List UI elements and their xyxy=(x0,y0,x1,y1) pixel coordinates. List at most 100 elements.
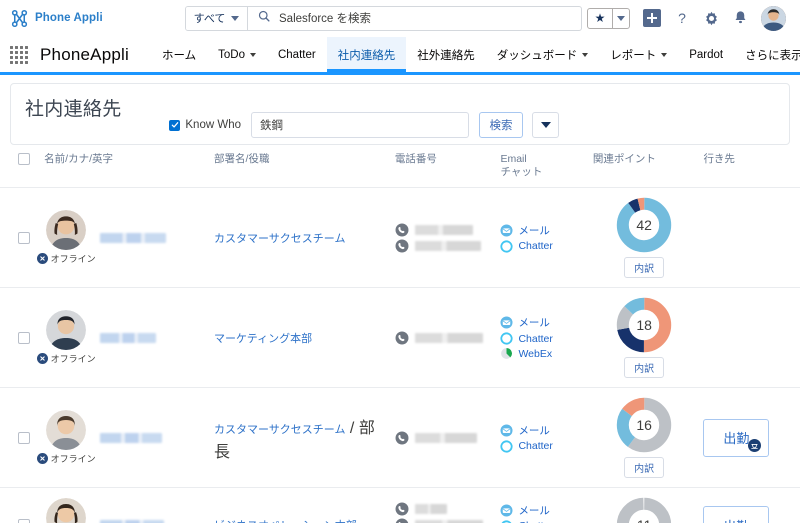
person-avatar-block[interactable]: オフライン xyxy=(38,497,94,523)
attendance-label: 出勤 xyxy=(723,516,749,523)
favorites-group[interactable]: ★ xyxy=(587,7,630,29)
table-row[interactable]: オフライン ビジネスオペレーション本部 xyxy=(0,487,800,523)
search-button[interactable]: 検索 xyxy=(479,112,523,138)
bell-icon[interactable] xyxy=(733,10,748,26)
redacted-name xyxy=(100,432,163,443)
checkbox-checked-icon xyxy=(169,119,181,131)
table-row[interactable]: オフライン カスタマーサクセスチーム メール Chatter 42 内訳 xyxy=(0,187,800,288)
tel-line[interactable] xyxy=(395,239,493,253)
channel-chatter[interactable]: Chatter xyxy=(500,240,584,253)
nav-item-internal-contacts[interactable]: 社内連絡先 xyxy=(326,37,407,72)
search-options-button[interactable] xyxy=(532,112,559,138)
th-mail-chat[interactable]: Email チャット xyxy=(496,145,588,188)
app-name: PhoneAppli xyxy=(40,44,129,64)
search-panel: 社内連絡先 Know Who 鉄鋼 検索 xyxy=(10,83,790,145)
breakdown-button[interactable]: 内訳 xyxy=(624,257,665,279)
th-tel[interactable]: 電話番号 xyxy=(391,145,497,188)
name-cell: オフライン xyxy=(34,487,211,523)
star-icon[interactable]: ★ xyxy=(588,9,612,28)
redacted-phone xyxy=(414,332,483,343)
nav-item-home[interactable]: ホーム xyxy=(151,37,207,72)
presence-label: オフライン xyxy=(50,254,96,265)
th-name[interactable]: 名前/カナ/英字 xyxy=(34,145,210,188)
nav-item-label: ToDo xyxy=(218,48,245,61)
nav-item-pardot[interactable]: Pardot xyxy=(678,37,734,72)
person-avatar-block[interactable]: オフライン xyxy=(36,310,96,365)
dept-link[interactable]: カスタマーサクセスチーム xyxy=(214,233,345,245)
avatar xyxy=(46,310,87,351)
nav-item-todo[interactable]: ToDo xyxy=(207,37,267,72)
points-donut-chart: 11 xyxy=(616,497,672,523)
channel-email[interactable]: メール xyxy=(500,315,584,330)
gear-icon[interactable] xyxy=(703,10,720,27)
know-who-label: Know Who xyxy=(185,119,241,131)
row-select-cell xyxy=(0,287,35,388)
tel-line[interactable] xyxy=(395,223,493,237)
nav-item-reports[interactable]: レポート xyxy=(599,37,678,72)
chevron-down-icon xyxy=(582,52,589,57)
dept-link[interactable]: カスタマーサクセスチーム xyxy=(214,424,345,436)
table-row[interactable]: オフライン マーケティング本部 メール Chatter WebEx 18 内訳 xyxy=(0,287,800,388)
table-row[interactable]: オフライン カスタマーサクセスチーム / 部長 メール Chatter 16 内… xyxy=(0,387,800,488)
user-avatar[interactable] xyxy=(761,5,786,31)
nav-item-label: さらに表示 xyxy=(745,49,800,62)
th-dept[interactable]: 部署名/役職 xyxy=(210,145,391,188)
search-scope-label: すべて xyxy=(193,13,226,25)
chevron-down-icon[interactable] xyxy=(612,8,629,28)
channel-label: WebEx xyxy=(518,347,553,360)
channel-cell: メール Chatter xyxy=(496,387,589,488)
know-who-checkbox[interactable]: Know Who xyxy=(169,119,241,131)
breakdown-button[interactable]: 内訳 xyxy=(624,457,665,479)
search-term-value: 鉄鋼 xyxy=(260,120,283,132)
tel-line[interactable] xyxy=(395,502,493,516)
search-scope-selector[interactable]: すべて xyxy=(186,6,248,30)
dept-cell: マーケティング本部 xyxy=(210,287,391,388)
dept-cell: カスタマーサクセスチーム xyxy=(210,187,391,288)
channel-chatter[interactable]: Chatter xyxy=(500,332,584,345)
search-term-input[interactable]: 鉄鋼 xyxy=(251,112,469,138)
phone-icon xyxy=(395,239,409,253)
tel-line[interactable] xyxy=(395,518,493,523)
row-checkbox[interactable] xyxy=(18,431,30,444)
nav-item-label: ダッシュボード xyxy=(496,49,578,62)
attendance-stamp-icon xyxy=(748,438,762,452)
question-mark-icon[interactable]: ? xyxy=(674,10,690,26)
search-input[interactable]: Salesforce を検索 xyxy=(248,9,581,27)
global-search[interactable]: すべて Salesforce を検索 xyxy=(185,5,582,31)
nav-item-external-contacts[interactable]: 社外連絡先 xyxy=(406,37,486,72)
row-checkbox[interactable] xyxy=(18,519,30,523)
channel-webex[interactable]: WebEx xyxy=(500,347,584,360)
dept-link[interactable]: マーケティング本部 xyxy=(214,333,312,345)
channel-email[interactable]: メール xyxy=(500,503,584,518)
th-points[interactable]: 関連ポイント xyxy=(589,145,700,188)
breakdown-button[interactable]: 内訳 xyxy=(624,357,665,379)
nav-item-more[interactable]: さらに表示 xyxy=(734,37,800,72)
chatter-circle-icon xyxy=(500,240,514,253)
chevron-down-icon xyxy=(540,122,551,128)
row-checkbox[interactable] xyxy=(18,331,30,344)
channel-chatter[interactable]: Chatter xyxy=(500,440,584,453)
channel-email[interactable]: メール xyxy=(500,223,584,238)
redacted-name xyxy=(100,332,157,343)
attendance-button[interactable]: 出勤 xyxy=(703,506,770,523)
person-avatar-block[interactable]: オフライン xyxy=(36,210,96,265)
search-icon xyxy=(258,9,270,27)
channel-email[interactable]: メール xyxy=(500,423,584,438)
th-destination[interactable]: 行き先 xyxy=(699,145,800,188)
nav-item-label: ホーム xyxy=(161,49,197,62)
person-avatar-block[interactable]: オフライン xyxy=(36,410,96,465)
row-checkbox[interactable] xyxy=(18,231,30,244)
channel-label: Chatter xyxy=(518,332,553,345)
attendance-button[interactable]: 出勤 xyxy=(703,418,770,457)
nav-item-dashboard[interactable]: ダッシュボード xyxy=(486,37,600,72)
channel-label: Chatter xyxy=(518,440,553,453)
tel-line[interactable] xyxy=(395,331,493,345)
tel-line[interactable] xyxy=(395,431,493,445)
name-cell: オフライン xyxy=(34,187,211,288)
nav-item-chatter[interactable]: Chatter xyxy=(267,37,327,72)
plus-square-icon[interactable] xyxy=(643,9,661,27)
nav-item-label: 社内連絡先 xyxy=(337,49,396,62)
select-all-checkbox[interactable] xyxy=(18,153,30,165)
app-launcher-icon[interactable] xyxy=(10,45,28,64)
nav-item-label: Chatter xyxy=(277,48,316,61)
